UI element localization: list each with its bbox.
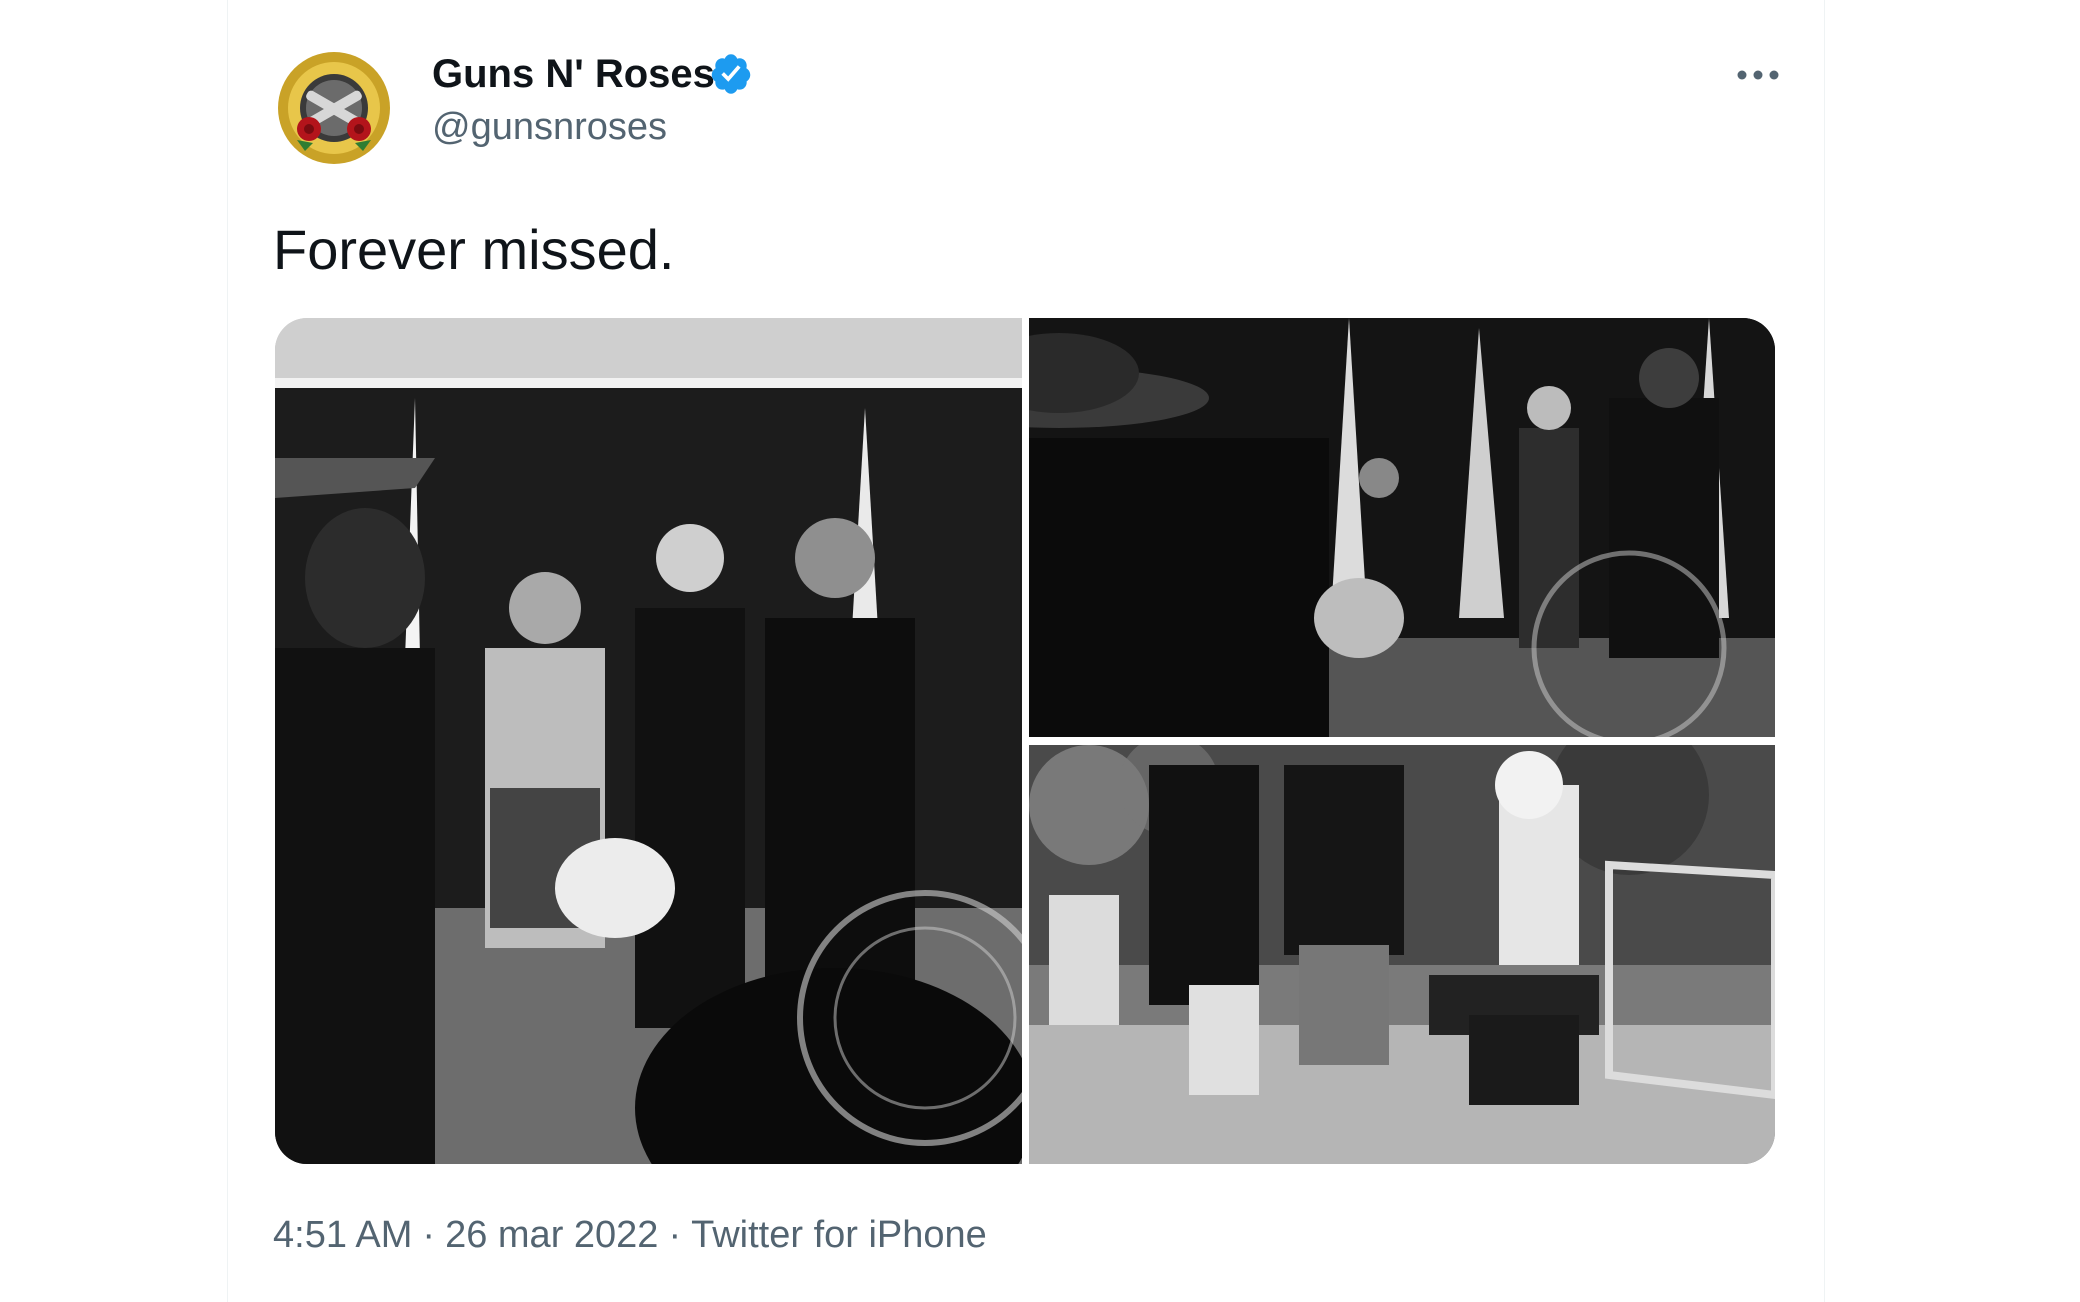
meta-separator: · (668, 1214, 682, 1256)
tweet-date[interactable]: 26 mar 2022 (445, 1214, 658, 1256)
author-handle[interactable]: @gunsnroses (432, 104, 667, 150)
rehearsal-photo-image (275, 318, 1022, 1164)
more-button[interactable] (1726, 50, 1790, 100)
tweet-text: Forever missed. (273, 218, 675, 281)
tweet-photo-3[interactable] (1029, 745, 1775, 1164)
media-grid (275, 318, 1775, 1164)
stage-photo-image (1029, 318, 1775, 737)
backstage-photo-image (1029, 745, 1775, 1164)
meta-separator: · (422, 1214, 436, 1256)
tweet-photo-2[interactable] (1029, 318, 1775, 737)
tweet-card: Guns N' Roses @gunsnroses Forever missed… (227, 0, 1825, 1302)
tweet-source[interactable]: Twitter for iPhone (691, 1214, 987, 1256)
tweet-photo-1[interactable] (275, 318, 1022, 1164)
tweet-meta: 4:51 AM · 26 mar 2022 · Twitter for iPhone (273, 1212, 987, 1258)
more-horizontal-icon (1737, 70, 1779, 80)
verified-badge-icon (711, 54, 751, 94)
tweet-time[interactable]: 4:51 AM (273, 1214, 412, 1256)
guns-n-roses-logo-icon (273, 47, 395, 169)
author-name[interactable]: Guns N' Roses (432, 50, 715, 98)
author-avatar[interactable] (273, 47, 395, 169)
